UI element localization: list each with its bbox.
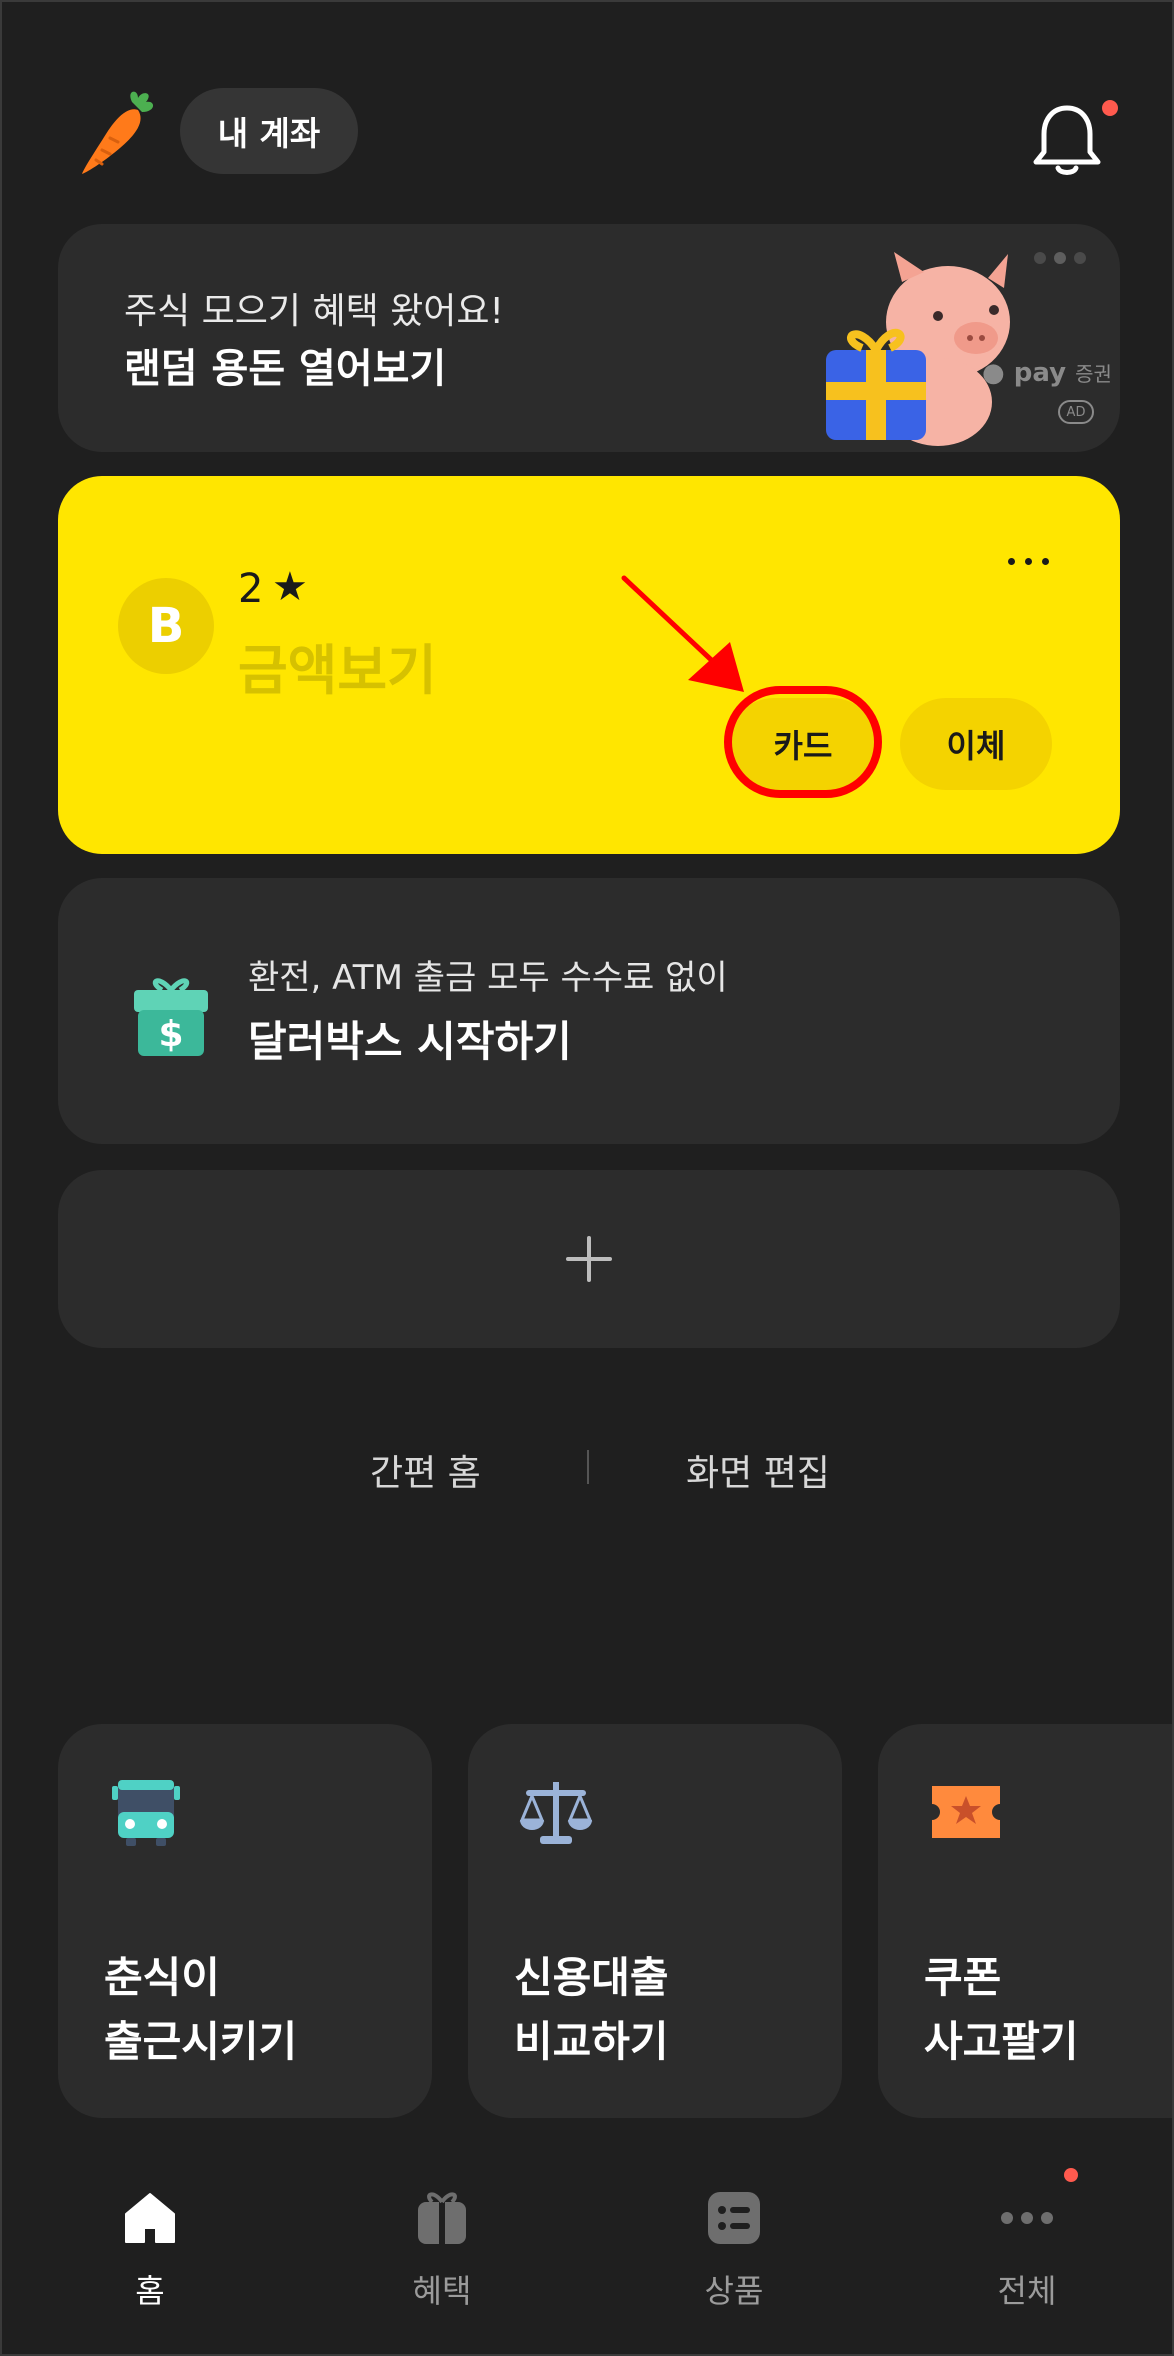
- tab-products[interactable]: 상품: [634, 2178, 834, 2328]
- notification-badge: [1102, 100, 1118, 116]
- bank-logo: B: [118, 578, 214, 674]
- ad-line2: 랜덤 용돈 열어보기: [124, 346, 447, 392]
- feature-line2: 출근시키기: [104, 2017, 298, 2066]
- my-account-label: 내 계좌: [217, 114, 321, 153]
- tab-benefit[interactable]: 혜택: [342, 2178, 542, 2328]
- feature-card-coupon[interactable]: 쿠폰 사고팔기: [878, 1724, 1172, 2118]
- feature-line2: 비교하기: [514, 2017, 669, 2066]
- ticket-icon: [932, 1786, 1000, 1838]
- scale-icon: [519, 1782, 593, 1844]
- tab-label: 전체: [997, 2272, 1057, 2310]
- tab-label: 혜택: [412, 2272, 472, 2310]
- ad-banner[interactable]: 주식 모으기 혜택 왔어요! 랜덤 용돈 열어보기 ● pay 증권 AD: [58, 224, 1120, 452]
- ad-badge: AD: [1058, 400, 1094, 424]
- bottom-tab-bar: 홈 혜택 상품 전체: [2, 2162, 1172, 2354]
- gift-icon: [418, 2192, 466, 2244]
- svg-text:$: $: [158, 1014, 183, 1055]
- tab-home[interactable]: 홈: [50, 2178, 250, 2328]
- tab-label: 홈: [135, 2272, 165, 2310]
- transfer-button[interactable]: 이체: [900, 698, 1052, 790]
- simple-home-link[interactable]: 간편 홈: [370, 1444, 481, 1496]
- pay-brand-name: pay: [1013, 358, 1067, 388]
- plus-icon: [566, 1236, 612, 1282]
- feature-line1: 춘식이: [104, 1953, 220, 2002]
- list-icon: [708, 2192, 760, 2244]
- red-arrow-annotation: [621, 575, 744, 692]
- feature-line1: 쿠폰: [924, 1953, 1002, 2002]
- carrot-logo-icon: [82, 91, 154, 174]
- account-card[interactable]: B 2 ★ 금액보기 카드 이체: [58, 476, 1120, 854]
- dollar-box-title: 달러박스 시작하기: [248, 1017, 572, 1066]
- edit-screen-link[interactable]: 화면 편집: [686, 1444, 830, 1496]
- app-screen: 내 계좌 주식 모으기 혜택 왔어요! 랜덤 용돈 열어보기 ● pay 증권 …: [0, 0, 1174, 2356]
- add-card-button[interactable]: [58, 1170, 1120, 1348]
- home-icon: [125, 2193, 175, 2243]
- feature-line1: 신용대출: [514, 1953, 669, 2002]
- more-icon: [1001, 2212, 1053, 2224]
- star-icon: ★: [272, 564, 308, 610]
- divider: [587, 1450, 589, 1484]
- all-tab-badge: [1064, 2168, 1078, 2182]
- dollar-box-card[interactable]: $ 환전, ATM 출금 모두 수수료 없이 달러박스 시작하기: [58, 878, 1120, 1144]
- pay-brand: ● pay 증권: [982, 358, 1112, 388]
- show-amount-link[interactable]: 금액보기: [238, 626, 437, 705]
- feature-text-coupon: 쿠폰 사고팔기: [924, 1946, 1079, 2074]
- tab-all[interactable]: 전체: [927, 2178, 1127, 2328]
- bank-logo-letter: B: [147, 598, 185, 654]
- my-account-button[interactable]: 내 계좌: [180, 88, 358, 174]
- feature-text-commute: 춘식이 출근시키기: [104, 1946, 297, 2074]
- dollar-box-subtitle: 환전, ATM 출금 모두 수수료 없이: [248, 958, 728, 998]
- pig-with-gift-illustration: [826, 252, 1010, 446]
- account-name: 2: [238, 566, 264, 612]
- feature-card-loan[interactable]: 신용대출 비교하기: [468, 1724, 842, 2118]
- more-options-icon[interactable]: [998, 546, 1058, 576]
- transfer-button-label: 이체: [946, 727, 1006, 765]
- feature-card-commute[interactable]: 춘식이 출근시키기: [58, 1724, 432, 2118]
- feature-line2: 사고팔기: [924, 2017, 1079, 2066]
- bus-icon: [112, 1780, 180, 1846]
- ad-line1: 주식 모으기 혜택 왔어요!: [124, 291, 504, 332]
- pay-brand-suffix: 증권: [1075, 362, 1112, 386]
- bell-icon[interactable]: [1032, 102, 1102, 178]
- highlight-ring-annotation: [724, 686, 882, 798]
- tab-label: 상품: [704, 2272, 764, 2310]
- dollar-gift-icon: $: [134, 978, 208, 1056]
- feature-text-loan: 신용대출 비교하기: [514, 1946, 669, 2074]
